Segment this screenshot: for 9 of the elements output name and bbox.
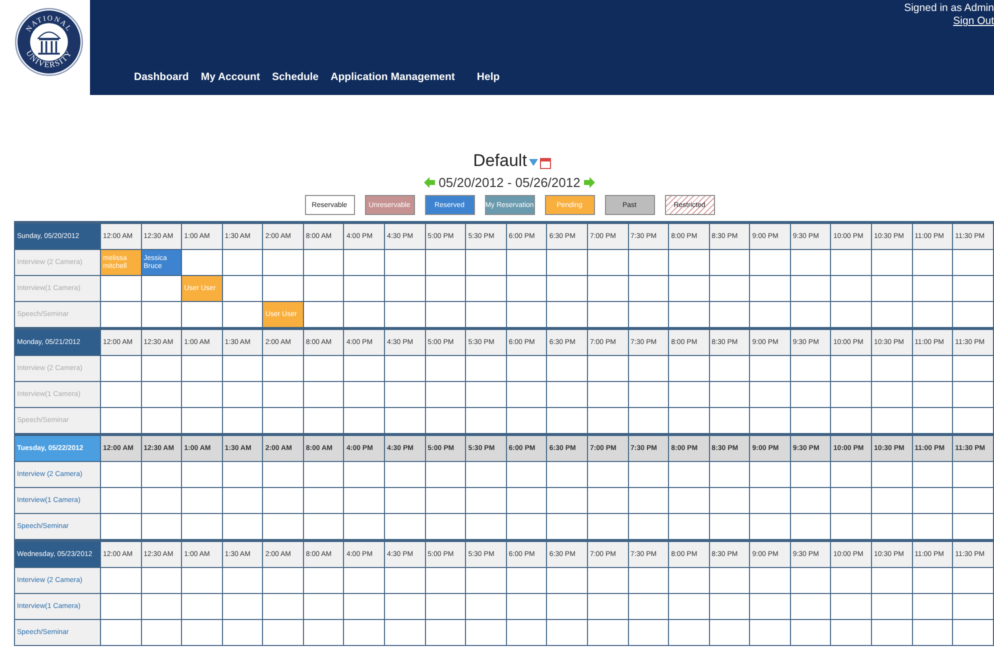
date-range: 05/20/2012 - 05/26/2012: [438, 175, 580, 190]
schedule-title: Default: [473, 151, 527, 171]
nav-link[interactable]: My Account: [200, 71, 260, 83]
nav-link[interactable]: Schedule: [272, 71, 319, 83]
nav-link[interactable]: Help: [476, 71, 500, 83]
signed-in-text: Signed in as Admin: [904, 2, 994, 15]
sign-out-link[interactable]: Sign Out: [953, 15, 994, 28]
nav-link[interactable]: Dashboard: [134, 71, 189, 83]
nav-link[interactable]: Application Management: [330, 71, 455, 83]
